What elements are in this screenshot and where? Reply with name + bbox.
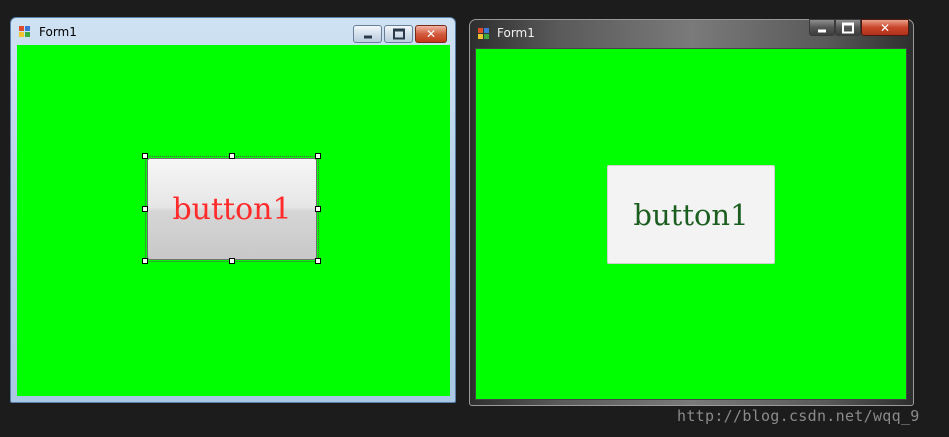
minimize-button[interactable] <box>353 25 382 43</box>
maximize-icon <box>392 28 405 40</box>
button1-designer[interactable]: button1 <box>145 156 319 262</box>
button1-runtime[interactable]: button1 <box>607 165 775 264</box>
maximize-button[interactable] <box>835 19 861 36</box>
close-icon: ✕ <box>425 27 437 41</box>
resize-handle-n[interactable] <box>229 153 235 159</box>
button-label: button1 <box>172 191 292 227</box>
caption-buttons: ✕ <box>809 19 909 36</box>
minimize-button[interactable] <box>809 19 835 36</box>
resize-handle-sw[interactable] <box>142 258 148 264</box>
resize-handle-ne[interactable] <box>315 153 321 159</box>
designer-titlebar[interactable]: Form1 ✕ <box>11 18 455 44</box>
close-button[interactable]: ✕ <box>415 25 447 43</box>
runtime-window: Form1 ✕ button1 <box>469 19 914 406</box>
close-button[interactable]: ✕ <box>861 19 909 36</box>
winforms-app-icon <box>19 26 31 38</box>
winforms-app-icon <box>478 28 490 40</box>
maximize-button[interactable] <box>384 25 413 43</box>
button-label: button1 <box>633 197 749 232</box>
watermark-text: http://blog.csdn.net/wqq_9 <box>677 407 920 425</box>
resize-handle-s[interactable] <box>229 258 235 264</box>
close-icon: ✕ <box>879 20 891 35</box>
designer-window: Form1 ✕ button1 <box>10 17 456 403</box>
runtime-titlebar[interactable]: Form1 ✕ <box>470 19 913 46</box>
window-title: Form1 <box>497 26 535 40</box>
form-client-area[interactable]: button1 <box>17 45 450 396</box>
resize-handle-nw[interactable] <box>142 153 148 159</box>
resize-handle-se[interactable] <box>315 258 321 264</box>
resize-handle-w[interactable] <box>142 206 148 212</box>
maximize-icon <box>842 22 854 33</box>
form-client-area[interactable]: button1 <box>475 48 907 400</box>
window-title: Form1 <box>39 25 77 39</box>
minimize-icon <box>363 35 372 39</box>
minimize-icon <box>818 29 826 32</box>
resize-handle-e[interactable] <box>315 206 321 212</box>
caption-buttons: ✕ <box>351 25 447 43</box>
